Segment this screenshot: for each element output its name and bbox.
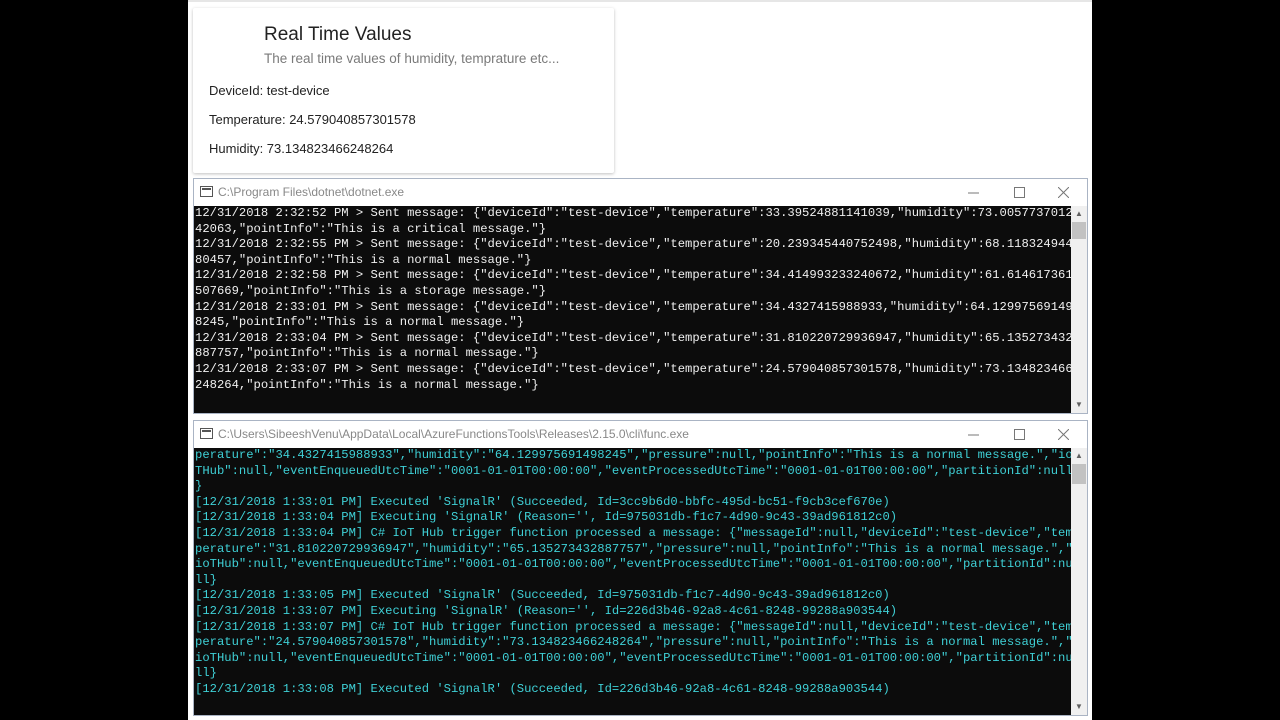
console-line: 12/31/2018 2:32:52 PM > Sent message: {"…: [195, 206, 1071, 220]
window-title: C:\Users\SibeeshVenu\AppData\Local\Azure…: [218, 427, 689, 441]
console-line: 80457,"pointInfo":"This is a normal mess…: [195, 252, 532, 267]
minimize-button[interactable]: [953, 423, 993, 445]
close-button[interactable]: [1043, 181, 1083, 203]
real-time-values-card: Real Time Values The real time values of…: [193, 8, 614, 173]
console-line: ioTHub":null,"eventEnqueuedUtcTime":"000…: [195, 650, 1071, 665]
console-line: 248264,"pointInfo":"This is a normal mes…: [195, 377, 539, 392]
func-console-window[interactable]: C:\Users\SibeeshVenu\AppData\Local\Azure…: [193, 420, 1088, 716]
console-line: 507669,"pointInfo":"This is a storage me…: [195, 283, 547, 298]
scroll-down-arrow-icon[interactable]: ▼: [1071, 397, 1087, 413]
console-line: ioTHub":null,"eventEnqueuedUtcTime":"000…: [195, 557, 1071, 572]
console-line: 12/31/2018 2:33:07 PM > Sent message: {"…: [195, 361, 1071, 376]
card-title: Real Time Values: [264, 24, 412, 45]
scroll-up-arrow-icon[interactable]: ▲: [1071, 206, 1087, 222]
console-line: [12/31/2018 1:33:01 PM] Executed 'Signal…: [195, 494, 890, 509]
minimize-icon: [967, 434, 979, 436]
console-line: 12/31/2018 2:33:01 PM > Sent message: {"…: [195, 299, 1071, 314]
scroll-down-arrow-icon[interactable]: ▼: [1071, 699, 1087, 715]
console-line: 12/31/2018 2:32:55 PM > Sent message: {"…: [195, 237, 1071, 252]
close-icon: [1057, 428, 1069, 441]
console-line: [12/31/2018 1:33:07 PM] Executing 'Signa…: [195, 603, 898, 618]
console-app-icon: [200, 186, 213, 197]
maximize-button[interactable]: [999, 181, 1039, 203]
vertical-scrollbar[interactable]: ▲ ▼: [1071, 206, 1087, 413]
temperature-field: Temperature: 24.579040857301578: [209, 112, 416, 127]
console-line: 42063,"pointInfo":"This is a critical me…: [195, 221, 547, 236]
console-line: perature":"31.810220729936947","humidity…: [195, 541, 1071, 556]
console-output[interactable]: perature":"34.4327415988933","humidity":…: [194, 448, 1071, 715]
titlebar[interactable]: C:\Program Files\dotnet\dotnet.exe: [194, 179, 1087, 205]
scroll-thumb[interactable]: [1072, 464, 1086, 484]
dotnet-console-window[interactable]: C:\Program Files\dotnet\dotnet.exe 12/31…: [193, 178, 1088, 414]
console-line: 12/31/2018 2:32:58 PM > Sent message: {"…: [195, 268, 1071, 283]
close-icon: [1057, 186, 1069, 199]
device-id-field: DeviceId: test-device: [209, 83, 330, 98]
page-top-border: [188, 0, 1092, 2]
scroll-up-arrow-icon[interactable]: ▲: [1071, 448, 1087, 464]
console-line: [12/31/2018 1:33:04 PM] C# IoT Hub trigg…: [195, 525, 1071, 540]
console-output[interactable]: 12/31/2018 2:32:52 PM > Sent message: {"…: [194, 206, 1071, 413]
console-line: [12/31/2018 1:33:05 PM] Executed 'Signal…: [195, 588, 890, 603]
window-title: C:\Program Files\dotnet\dotnet.exe: [218, 185, 405, 199]
scroll-thumb[interactable]: [1072, 222, 1086, 239]
console-line: }: [195, 479, 203, 494]
maximize-icon: [1013, 187, 1025, 199]
console-line: perature":"34.4327415988933","humidity":…: [195, 448, 1071, 462]
console-line: ll}: [195, 572, 217, 587]
close-button[interactable]: [1043, 423, 1083, 445]
console-line: [12/31/2018 1:33:04 PM] Executing 'Signa…: [195, 510, 898, 525]
minimize-icon: [967, 192, 979, 194]
browser-page: Real Time Values The real time values of…: [188, 0, 1092, 720]
titlebar[interactable]: C:\Users\SibeeshVenu\AppData\Local\Azure…: [194, 421, 1087, 447]
console-line: 12/31/2018 2:33:04 PM > Sent message: {"…: [195, 330, 1071, 345]
maximize-button[interactable]: [999, 423, 1039, 445]
console-line: 8245,"pointInfo":"This is a normal messa…: [195, 315, 525, 330]
console-line: ll}: [195, 666, 217, 681]
humidity-field: Humidity: 73.134823466248264: [209, 141, 394, 156]
console-app-icon: [200, 428, 213, 439]
console-line: THub":null,"eventEnqueuedUtcTime":"0001-…: [195, 463, 1071, 478]
vertical-scrollbar[interactable]: ▲ ▼: [1071, 448, 1087, 715]
maximize-icon: [1013, 429, 1025, 441]
minimize-button[interactable]: [953, 181, 993, 203]
console-line: 887757,"pointInfo":"This is a normal mes…: [195, 346, 539, 361]
card-subtitle: The real time values of humidity, tempra…: [264, 51, 560, 66]
console-line: [12/31/2018 1:33:08 PM] Executed 'Signal…: [195, 681, 890, 696]
console-line: [12/31/2018 1:33:07 PM] C# IoT Hub trigg…: [195, 619, 1071, 634]
console-line: perature":"24.579040857301578","humidity…: [195, 635, 1071, 650]
